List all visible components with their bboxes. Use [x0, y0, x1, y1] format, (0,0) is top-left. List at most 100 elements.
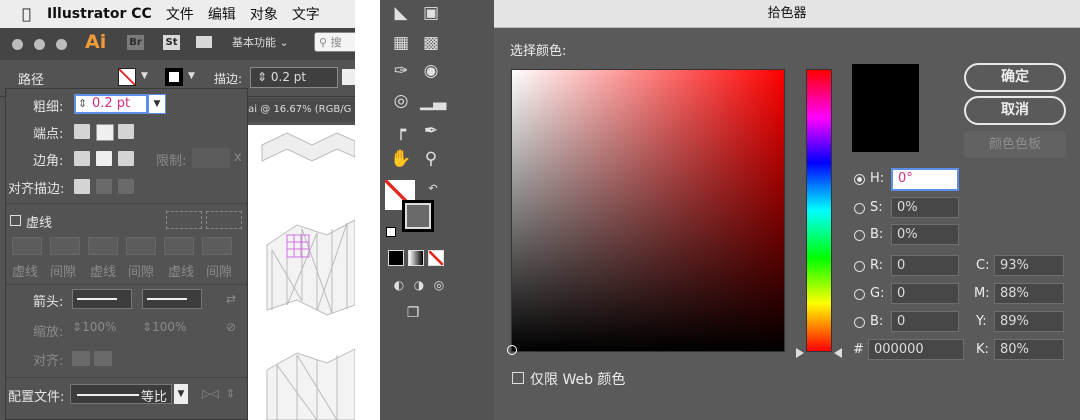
round-join-icon[interactable]: [96, 151, 112, 166]
lasso-icon[interactable]: ◣: [390, 2, 412, 24]
link-scale-icon[interactable]: ⊘: [226, 320, 236, 334]
r-radio[interactable]: [854, 261, 865, 272]
stroke-color-swatch[interactable]: [402, 200, 434, 232]
gap-input-1[interactable]: [50, 237, 80, 255]
draw-inside-icon[interactable]: ◎: [428, 274, 450, 296]
document-tab[interactable]: .ai @ 16.67% (RGB/G: [242, 98, 355, 122]
default-colors-icon[interactable]: [386, 227, 396, 237]
g-input[interactable]: 0: [891, 283, 959, 304]
round-cap-icon[interactable]: [96, 124, 114, 141]
stepper-icon[interactable]: ⇕: [257, 70, 271, 84]
k-input[interactable]: 80%: [994, 339, 1064, 360]
pen-icon[interactable]: ✒: [420, 120, 442, 142]
chevron-down-icon[interactable]: ▼: [141, 71, 148, 81]
stroke-swatch[interactable]: [165, 68, 183, 86]
symbol-sprayer-icon[interactable]: ◎: [390, 90, 412, 112]
profile-select[interactable]: 等比: [70, 384, 172, 405]
swap-arrows-icon[interactable]: ⇄: [226, 292, 236, 306]
s-input[interactable]: 0%: [891, 197, 959, 218]
blend-icon[interactable]: ◉: [420, 60, 442, 82]
arrow-tip-at-end-icon[interactable]: [94, 351, 112, 366]
saturation-brightness-field[interactable]: [507, 69, 785, 355]
menu-edit[interactable]: 编辑: [208, 4, 236, 24]
graph-icon[interactable]: ▁▃: [420, 90, 446, 112]
gradient-mode-icon[interactable]: [408, 250, 424, 266]
none-mode-icon[interactable]: [428, 250, 444, 266]
cancel-button[interactable]: 取消: [964, 96, 1066, 125]
eyedropper-icon[interactable]: ✑: [390, 60, 412, 82]
bridge-button[interactable]: Br: [127, 35, 144, 50]
minimize-icon[interactable]: [34, 39, 45, 50]
stroke-dropdown[interactable]: [342, 69, 355, 85]
hue-slider-right-handle[interactable]: [834, 348, 842, 358]
m-input[interactable]: 88%: [994, 283, 1064, 304]
butt-cap-icon[interactable]: [74, 124, 90, 139]
h-radio[interactable]: [854, 174, 865, 185]
artboard-canvas[interactable]: [247, 125, 355, 420]
s-radio[interactable]: [854, 203, 865, 214]
web-colors-checkbox[interactable]: [512, 372, 524, 384]
artboard-icon[interactable]: ▦: [390, 32, 412, 54]
color-swatches-button[interactable]: 颜色色板: [964, 131, 1066, 158]
y-input[interactable]: 89%: [994, 311, 1064, 332]
workspace-switcher[interactable]: 基本功能 ⌄: [232, 34, 289, 50]
arrange-documents-icon[interactable]: [196, 36, 212, 48]
zoom-tool-icon[interactable]: ⚲: [420, 148, 442, 170]
scale-end-input[interactable]: ⇕100%: [142, 320, 186, 334]
b-input[interactable]: 0%: [891, 224, 959, 245]
gradient-icon[interactable]: ▩: [420, 32, 442, 54]
h-input[interactable]: 0°: [891, 168, 959, 191]
limit-input[interactable]: [192, 148, 230, 168]
hue-slider-left-handle[interactable]: [796, 348, 804, 358]
dash-input-2[interactable]: [88, 237, 118, 255]
stroke-weight-field[interactable]: ⇕ 0.2 pt: [250, 67, 338, 88]
draw-normal-icon[interactable]: ◐: [388, 274, 410, 296]
miter-join-icon[interactable]: [74, 151, 90, 166]
draw-behind-icon[interactable]: ◑: [408, 274, 430, 296]
preserve-dash-icon[interactable]: [166, 211, 202, 229]
zoom-icon[interactable]: [56, 39, 67, 50]
chevron-down-icon[interactable]: ▼: [188, 71, 195, 81]
align-inside-icon[interactable]: [96, 179, 112, 194]
arrow-tip-beyond-icon[interactable]: [72, 351, 90, 366]
fill-swatch[interactable]: [118, 68, 136, 86]
weight-input[interactable]: ⇕ 0.2 pt: [74, 94, 148, 114]
menu-app-name[interactable]: Illustrator CC: [47, 6, 152, 22]
hue-slider[interactable]: [806, 69, 832, 352]
dash-input-3[interactable]: [164, 237, 194, 255]
menu-type[interactable]: 文字: [292, 4, 320, 24]
dash-input-1[interactable]: [12, 237, 42, 255]
align-center-icon[interactable]: [74, 179, 90, 194]
close-icon[interactable]: [12, 39, 23, 50]
scale-start-input[interactable]: ⇕100%: [72, 320, 116, 334]
gap-input-2[interactable]: [126, 237, 156, 255]
color-mode-icon[interactable]: [388, 250, 404, 266]
r-input[interactable]: 0: [891, 255, 959, 276]
dashed-checkbox[interactable]: [10, 215, 21, 226]
g-radio[interactable]: [854, 289, 865, 300]
menu-object[interactable]: 对象: [250, 4, 278, 24]
gap-input-3[interactable]: [202, 237, 232, 255]
flip-vertical-icon[interactable]: ⇕: [226, 387, 235, 400]
b2-input[interactable]: 0: [891, 311, 959, 332]
weight-dropdown[interactable]: ▼: [148, 94, 166, 114]
free-transform-icon[interactable]: ▣: [420, 2, 442, 24]
stepper-icon[interactable]: ⇕: [78, 96, 87, 112]
slice-icon[interactable]: ┍: [390, 120, 412, 142]
bevel-join-icon[interactable]: [118, 151, 134, 166]
end-arrowhead-select[interactable]: [142, 289, 202, 309]
color-cursor[interactable]: [507, 345, 517, 355]
start-arrowhead-select[interactable]: [72, 289, 132, 309]
align-dash-icon[interactable]: [206, 211, 242, 229]
ok-button[interactable]: 确定: [964, 63, 1066, 92]
screen-mode-icon[interactable]: ❐: [402, 302, 424, 324]
align-outside-icon[interactable]: [118, 179, 134, 194]
search-input[interactable]: ⚲ 搜: [314, 32, 355, 52]
projecting-cap-icon[interactable]: [118, 124, 134, 139]
menu-file[interactable]: 文件: [166, 4, 194, 24]
apple-icon[interactable]: : [22, 5, 31, 23]
b2-radio[interactable]: [854, 317, 865, 328]
hand-icon[interactable]: ✋: [390, 148, 412, 170]
swap-fill-stroke-icon[interactable]: ↶: [422, 178, 444, 200]
stock-button[interactable]: St: [163, 35, 180, 50]
